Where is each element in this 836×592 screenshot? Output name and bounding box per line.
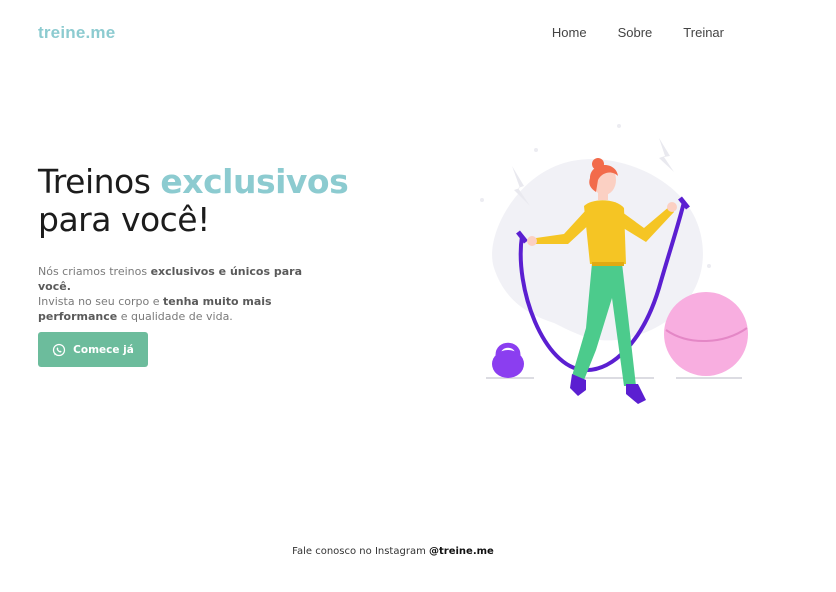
nav-sobre-link[interactable]: Sobre — [618, 25, 653, 40]
hero-description: Nós criamos treinos exclusivos e únicos … — [38, 264, 328, 324]
comece-ja-label: Comece já — [73, 343, 134, 356]
instagram-handle-link[interactable]: @treine.me — [429, 546, 494, 557]
footer-text: Fale conosco no Instagram — [292, 546, 429, 557]
jump-rope-woman-illustration — [474, 118, 764, 418]
site-logo[interactable]: treine.me — [38, 23, 115, 43]
hero-text-2: Invista no seu corpo e — [38, 295, 164, 308]
hero-title-part2: para você! — [38, 200, 210, 239]
nav-treinar-link[interactable]: Treinar — [683, 25, 724, 40]
hero-text-1: Nós criamos treinos — [38, 265, 151, 278]
hero-text-3: e qualidade de vida. — [117, 310, 233, 323]
hero-title-part1: Treinos — [38, 162, 161, 201]
comece-ja-button[interactable]: Comece já — [38, 332, 148, 367]
hero-title-accent: exclusivos — [160, 162, 349, 201]
whatsapp-icon — [52, 343, 66, 357]
nav-home-link[interactable]: Home — [552, 25, 587, 40]
footer: Fale conosco no Instagram @treine.me — [0, 546, 786, 557]
main-nav: Home Sobre Treinar — [521, 25, 724, 40]
hero-title: Treinos exclusivos para você! — [38, 162, 349, 239]
